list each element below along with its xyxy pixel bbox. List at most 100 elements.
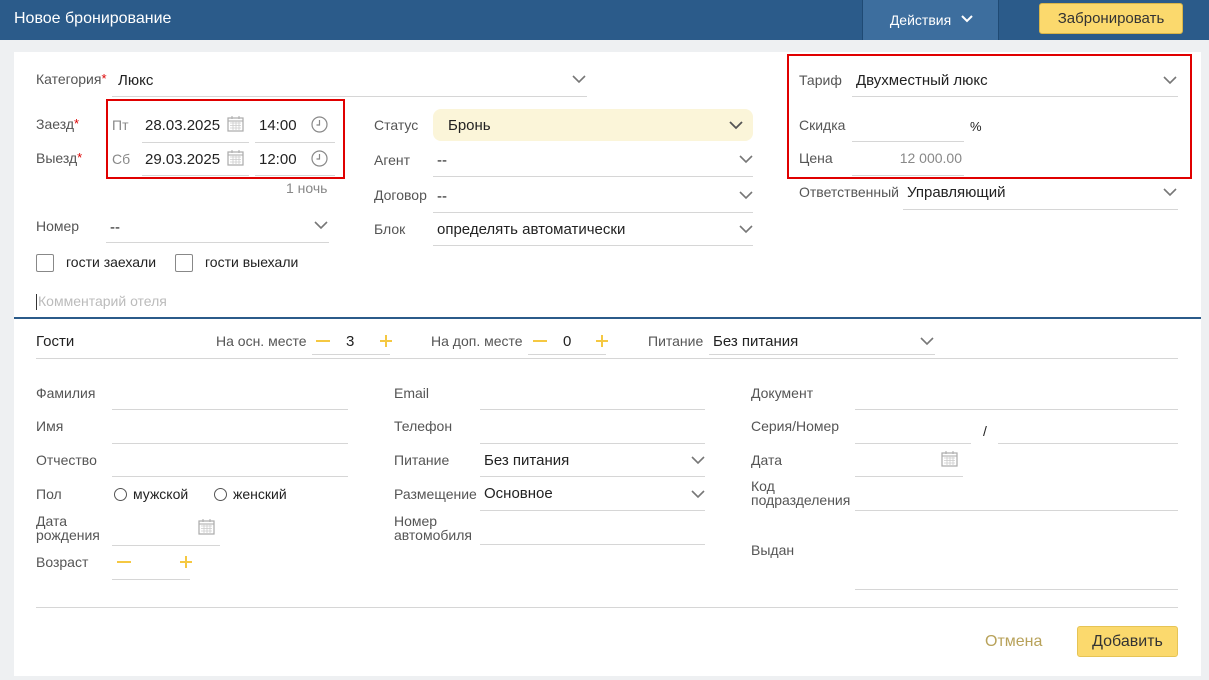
clock-icon[interactable]	[311, 116, 328, 136]
calendar-icon[interactable]	[941, 450, 958, 470]
checkin-time-underline	[255, 142, 335, 143]
agent-select[interactable]: --	[437, 152, 447, 169]
surname-input[interactable]	[112, 378, 348, 408]
responsible-select[interactable]: Управляющий	[907, 184, 1006, 201]
tariff-select[interactable]: Двухместный люкс	[856, 72, 988, 89]
placement-select[interactable]: Основное	[484, 485, 553, 502]
top-bar	[0, 0, 1209, 40]
gender-male-radio[interactable]	[114, 488, 127, 501]
clock-icon[interactable]	[311, 150, 328, 170]
actions-button[interactable]: Действия	[862, 0, 999, 40]
chevron-down-icon[interactable]	[739, 191, 753, 201]
guest-meal-select[interactable]: Без питания	[484, 452, 569, 469]
contract-select[interactable]: --	[437, 188, 447, 205]
email-input[interactable]	[480, 378, 705, 408]
chevron-down-icon[interactable]	[729, 121, 743, 131]
division-code-label: Код подразделения	[751, 478, 851, 508]
add-button[interactable]: Добавить	[1077, 626, 1178, 657]
patronymic-underline	[112, 476, 348, 477]
category-label: Категория*	[36, 71, 107, 87]
dates-highlight	[106, 99, 345, 179]
series-separator: /	[983, 423, 987, 439]
chevron-down-icon[interactable]	[691, 490, 705, 500]
cancel-button[interactable]: Отмена	[985, 633, 1042, 651]
checkout-date-field[interactable]: 29.03.2025	[145, 151, 220, 168]
tariff-label: Тариф	[799, 72, 842, 88]
book-button[interactable]: Забронировать	[1039, 3, 1183, 34]
car-number-input[interactable]	[480, 514, 705, 544]
main-place-plus-button[interactable]	[380, 335, 392, 347]
calendar-icon[interactable]	[227, 149, 244, 169]
agent-underline	[433, 176, 753, 177]
patronymic-input[interactable]	[112, 446, 348, 476]
chevron-down-icon[interactable]	[1163, 76, 1177, 86]
surname-label: Фамилия	[36, 385, 96, 401]
name-input[interactable]	[112, 412, 348, 442]
series-input[interactable]	[855, 412, 971, 442]
calendar-icon[interactable]	[198, 518, 215, 538]
checkin-time-field[interactable]: 14:00	[259, 117, 297, 134]
phone-underline	[480, 443, 705, 444]
guests-in-checkbox[interactable]	[36, 254, 54, 272]
main-place-underline	[312, 354, 390, 355]
price-input[interactable]: 12 000.00	[852, 150, 962, 166]
placement-label: Размещение	[394, 486, 477, 502]
age-plus-button[interactable]	[180, 556, 192, 568]
main-place-value[interactable]: 3	[346, 333, 354, 350]
block-select[interactable]: определять автоматически	[437, 221, 625, 238]
responsible-underline	[903, 209, 1178, 210]
hotel-comment-input[interactable]: Комментарий отеля	[38, 293, 167, 309]
issued-by-input[interactable]	[855, 530, 1178, 588]
extra-place-minus-button[interactable]	[533, 340, 547, 342]
discount-underline	[852, 141, 964, 142]
document-select[interactable]	[855, 378, 1178, 408]
extra-place-plus-button[interactable]	[596, 335, 608, 347]
division-code-underline	[855, 510, 1178, 511]
actions-label: Действия	[889, 12, 952, 28]
phone-input[interactable]	[480, 412, 705, 442]
meal-label: Питание	[648, 333, 704, 349]
category-select[interactable]: Люкс	[118, 72, 153, 89]
chevron-down-icon[interactable]	[920, 337, 934, 347]
car-number-underline	[480, 544, 705, 545]
guests-out-checkbox[interactable]	[175, 254, 193, 272]
main-place-minus-button[interactable]	[316, 340, 330, 342]
issue-date-label: Дата	[751, 452, 783, 468]
chevron-down-icon[interactable]	[691, 456, 705, 466]
gender-male-label: мужской	[133, 486, 189, 502]
name-underline	[112, 443, 348, 444]
section-divider	[14, 317, 1201, 319]
block-label: Блок	[374, 221, 406, 237]
extra-place-value[interactable]: 0	[563, 333, 571, 350]
series-number-label: Серия/Номер	[751, 418, 840, 434]
meal-select[interactable]: Без питания	[713, 333, 798, 350]
chevron-down-icon[interactable]	[739, 225, 753, 235]
number-input[interactable]	[998, 412, 1178, 442]
checkin-date-field[interactable]: 28.03.2025	[145, 117, 220, 134]
division-code-input[interactable]	[855, 480, 1178, 510]
birthdate-underline	[112, 545, 220, 546]
chevron-down-icon[interactable]	[572, 75, 586, 85]
room-select[interactable]: --	[110, 219, 120, 236]
series-underline	[855, 443, 971, 444]
chevron-down-icon[interactable]	[739, 155, 753, 165]
main-place-label: На осн. месте	[216, 333, 307, 349]
meal-underline	[709, 354, 935, 355]
tariff-highlight	[787, 54, 1192, 179]
age-underline	[112, 579, 190, 580]
calendar-icon[interactable]	[227, 115, 244, 135]
room-label: Номер	[36, 218, 80, 234]
checkout-date-underline	[142, 175, 249, 176]
age-minus-button[interactable]	[117, 561, 131, 563]
checkout-weekday: Сб	[112, 151, 131, 167]
chevron-down-icon[interactable]	[314, 221, 328, 231]
discount-input[interactable]	[852, 110, 964, 140]
chevron-down-icon[interactable]	[1163, 188, 1177, 198]
gender-female-radio[interactable]	[214, 488, 227, 501]
checkout-time-field[interactable]: 12:00	[259, 151, 297, 168]
document-underline	[855, 409, 1178, 410]
issued-by-label: Выдан	[751, 542, 795, 558]
checkin-label: Заезд*	[36, 116, 80, 132]
price-label: Цена	[799, 150, 833, 166]
car-number-label: Номер автомобиля	[394, 513, 472, 543]
